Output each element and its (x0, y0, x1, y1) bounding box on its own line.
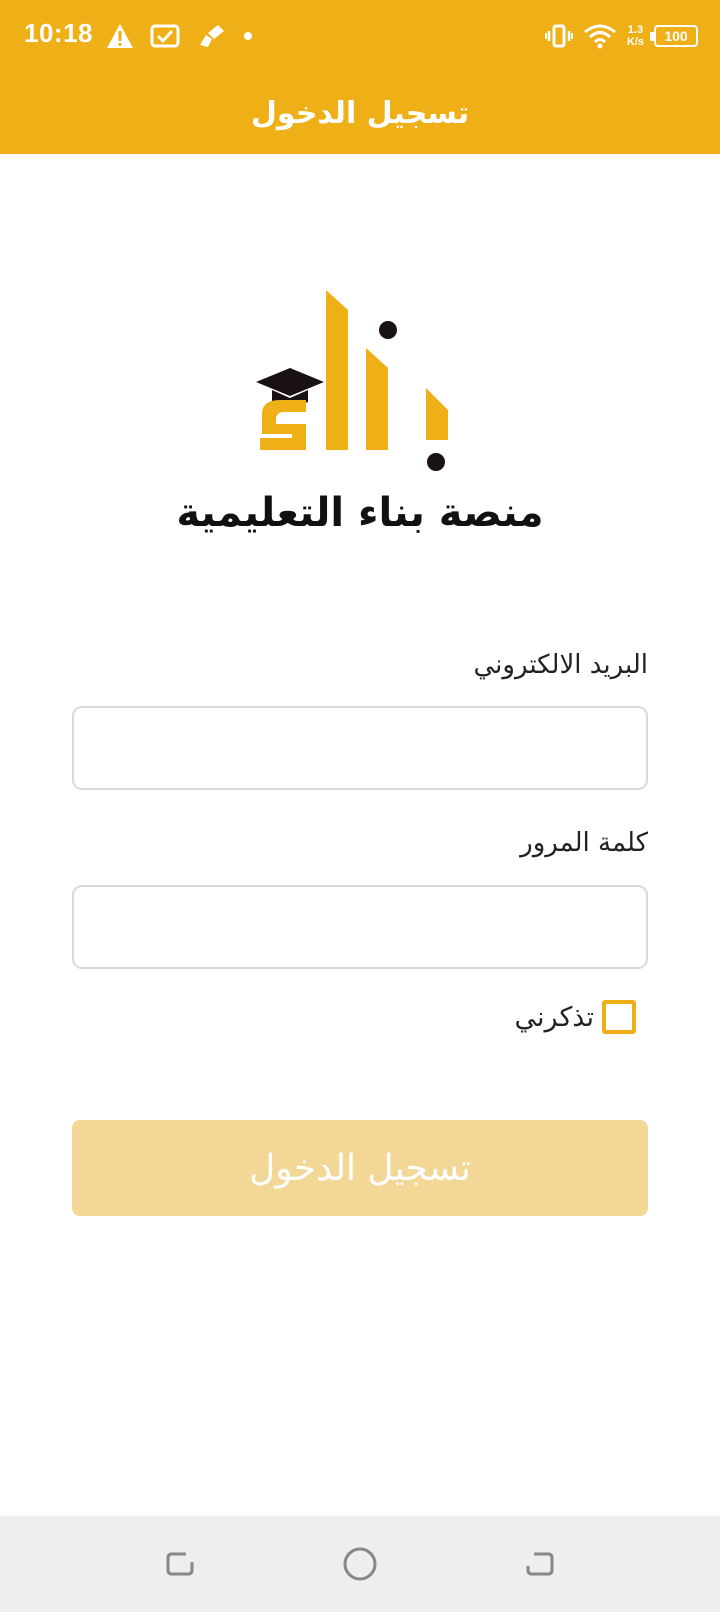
network-speed-unit: K/s (626, 36, 644, 48)
brand-text: منصة بناء التعليمية (176, 490, 544, 536)
app-bar: تسجيل الدخول (0, 72, 720, 154)
password-label: كلمة المرور (520, 828, 648, 858)
remember-me-checkbox[interactable] (602, 1000, 636, 1034)
password-field[interactable] (72, 885, 648, 969)
warning-icon (107, 24, 133, 48)
page-title: تسجيل الدخول (250, 95, 470, 131)
paint-icon (200, 25, 224, 47)
wifi-icon (583, 24, 616, 49)
navigation-bar (0, 1516, 720, 1612)
vibrate-icon (544, 24, 573, 48)
recent-apps-icon[interactable] (160, 1544, 200, 1584)
email-label: البريد الالكتروني (473, 650, 648, 680)
remember-me[interactable]: تذكرني (515, 1000, 636, 1034)
battery-icon: 100 (650, 25, 698, 47)
remember-me-label: تذكرني (514, 1001, 594, 1033)
graduation-cap-icon (256, 368, 324, 396)
status-bar: 10:18 1.3 K/s 100 (0, 0, 720, 72)
checkbox-notification-icon (150, 24, 180, 48)
status-time: 10:18 (24, 18, 93, 48)
home-icon[interactable] (340, 1544, 380, 1584)
dot-icon (244, 32, 252, 40)
login-button[interactable]: تسجيل الدخول (72, 1120, 648, 1216)
email-field[interactable] (72, 706, 648, 790)
back-icon[interactable] (520, 1544, 560, 1584)
network-speed-value: 1.3 (627, 24, 644, 36)
network-speed: 1.3 K/s (627, 24, 644, 48)
